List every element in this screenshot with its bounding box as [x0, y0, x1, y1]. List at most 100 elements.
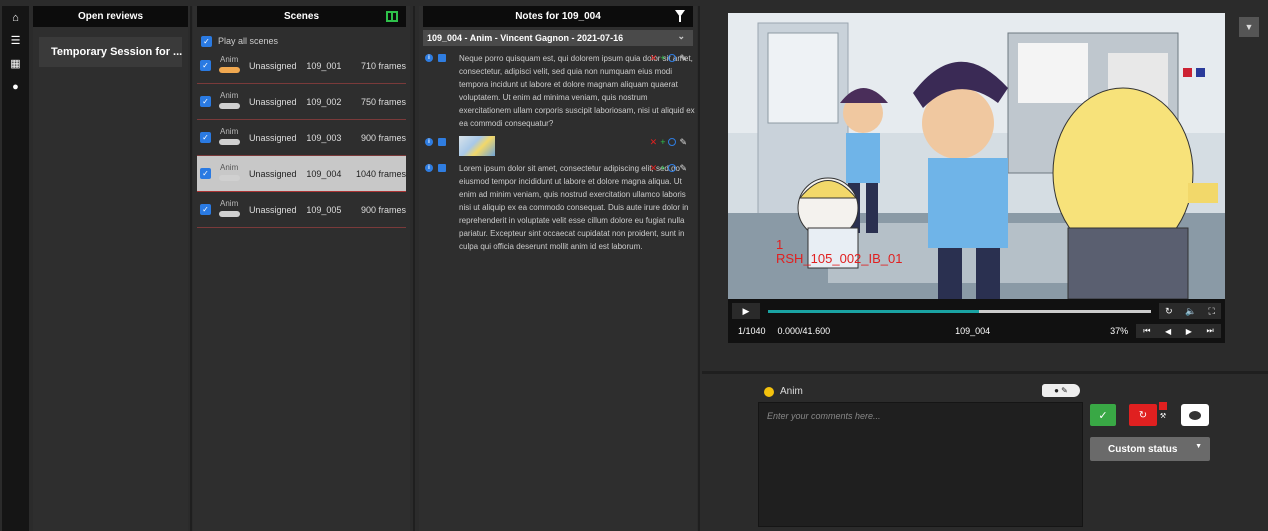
scenes-panel: Scenes ✓ Play all scenes ✓ Anim Unassigned… [193, 6, 410, 531]
frame-count: 1040 frames [355, 168, 406, 179]
zoom-level[interactable]: 37% [1110, 326, 1128, 336]
comment-task-label: Anim [780, 386, 803, 397]
info-icon[interactable]: i [425, 138, 433, 146]
retake-button[interactable]: ↻ [1129, 404, 1157, 426]
notes-panel: Notes for 109_004 109_004 - Anim - Vince… [419, 6, 697, 531]
info-icon[interactable]: i [425, 164, 433, 172]
scene-checkbox[interactable]: ✓ [200, 60, 211, 71]
wrench-icon[interactable]: ⚒ [1160, 412, 1166, 420]
scenes-title: Scenes [283, 11, 320, 22]
note-item: i Lorem ipsum dolor sit amet, consectetu… [425, 162, 697, 253]
filter-icon[interactable] [675, 10, 685, 22]
film-icon[interactable]: ▦ [2, 52, 29, 75]
scene-checkbox[interactable]: ✓ [200, 96, 211, 107]
progress-bar[interactable] [768, 309, 1151, 313]
scene-checkbox[interactable]: ✓ [200, 168, 211, 179]
edit-icon[interactable]: ✎ [679, 136, 687, 149]
task-name: Anim [220, 54, 239, 64]
scene-checkbox[interactable]: ✓ [200, 204, 211, 215]
info-icon[interactable]: i [425, 54, 433, 62]
frame-counter: 1/1040 [738, 326, 766, 336]
pencil-icon[interactable] [1159, 402, 1167, 410]
video-frame[interactable]: 1 RSH_105_002_IB_01 [728, 13, 1225, 299]
session-item[interactable]: Temporary Session for ... [39, 37, 182, 67]
play-all-option[interactable]: ✓ Play all scenes [201, 34, 410, 48]
comment-box [758, 402, 1083, 527]
assignee: Unassigned [248, 168, 297, 179]
task-badge: Anim [219, 161, 243, 187]
layout-toggle-icon[interactable] [386, 11, 398, 22]
status-pill [219, 66, 240, 73]
frame-count: 900 frames [360, 204, 406, 215]
overlay-number: 1 [776, 237, 784, 252]
note-thumbnail[interactable] [459, 136, 495, 156]
video-overlay-label: 1 RSH_105_002_IB_01 [776, 238, 903, 266]
playback-options: ↻ 🔈 ⛶ [1159, 303, 1221, 319]
task-badge: Anim [219, 89, 243, 115]
task-name: Anim [220, 198, 239, 208]
review-app: ⌂ ☰ ▦ ● Open reviews Temporary Session f… [0, 0, 1268, 531]
assignee: Unassigned [248, 60, 297, 71]
list-icon[interactable]: ☰ [2, 29, 29, 52]
divider [413, 6, 415, 531]
custom-status-dropdown[interactable]: Custom status ▼ [1090, 437, 1210, 461]
current-scene: 109_004 [955, 326, 991, 336]
status-pill [219, 138, 240, 145]
scene-row[interactable]: ✓ Anim Unassigned 109_005 900 frames [197, 192, 406, 228]
task-status-dot [764, 386, 774, 397]
scene-name: 109_003 [306, 132, 342, 143]
message-icon[interactable] [438, 164, 446, 172]
comment-panel: Anim ● ✎ ✓ ↻ ⚒ Custom status ▼ [702, 374, 1268, 531]
scene-row[interactable]: ✓ Anim Unassigned 109_002 750 frames [197, 84, 406, 120]
delete-icon[interactable]: ✕ [650, 136, 658, 149]
edit-icon[interactable]: ✎ [679, 52, 687, 65]
collapse-icon[interactable]: ▼ [1239, 17, 1259, 37]
task-badge: Anim [219, 125, 243, 151]
loop-icon[interactable]: ↻ [1165, 306, 1173, 317]
draw-tool-button[interactable]: ● ✎ [1042, 384, 1080, 397]
comment-input[interactable] [759, 403, 1082, 526]
add-icon[interactable]: + [660, 162, 665, 175]
first-frame-icon[interactable]: ⏮ [1143, 326, 1150, 336]
note-task-header[interactable]: 109_004 - Anim - Vincent Gagnon - 2021-0… [423, 30, 693, 46]
circle-icon[interactable] [668, 138, 677, 146]
scene-row[interactable]: ✓ Anim Unassigned 109_003 900 frames [197, 120, 406, 156]
add-icon[interactable]: + [660, 52, 665, 65]
caret-down-icon: ▼ [1195, 443, 1202, 450]
scene-name: 109_002 [306, 96, 342, 107]
scene-name: 109_005 [306, 204, 342, 215]
circle-icon[interactable] [668, 54, 677, 62]
prev-frame-icon[interactable]: ◀ [1165, 327, 1171, 336]
next-frame-icon[interactable]: ▶ [1186, 327, 1192, 336]
note-text: Lorem ipsum dolor sit amet, consectetur … [459, 164, 689, 251]
fullscreen-icon[interactable]: ⛶ [1209, 306, 1215, 317]
divider [698, 6, 700, 531]
edit-icon[interactable]: ✎ [679, 162, 687, 175]
comment-icon[interactable]: ● [2, 75, 29, 98]
circle-icon[interactable] [668, 164, 677, 172]
note-item: i ✕ + ✎ [425, 136, 697, 156]
message-icon[interactable] [438, 54, 446, 62]
home-icon[interactable]: ⌂ [2, 6, 29, 29]
task-name: Anim [220, 90, 239, 100]
task-badge: Anim [219, 197, 243, 223]
reviews-header: Open reviews [33, 6, 188, 27]
message-icon[interactable] [438, 138, 446, 146]
delete-icon[interactable]: ✕ [650, 162, 658, 175]
chevron-down-icon[interactable]: ⌄ [677, 31, 685, 42]
scene-row[interactable]: ✓ Anim Unassigned 109_004 1040 frames [197, 156, 406, 192]
approve-button[interactable]: ✓ [1090, 404, 1116, 426]
scenes-header: Scenes [197, 6, 406, 27]
notes-title: Notes for 109_004 [515, 11, 601, 22]
add-icon[interactable]: + [660, 136, 665, 149]
last-frame-icon[interactable]: ⏭ [1206, 326, 1213, 336]
comment-button[interactable] [1181, 404, 1209, 426]
scene-checkbox[interactable]: ✓ [200, 132, 211, 143]
volume-icon[interactable]: 🔈 [1185, 306, 1196, 317]
status-pill [219, 210, 240, 217]
note-item: i Neque porro quisquam est, qui dolorem … [425, 52, 697, 130]
play-all-checkbox[interactable]: ✓ [201, 35, 212, 47]
delete-icon[interactable]: ✕ [650, 52, 658, 65]
scene-row[interactable]: ✓ Anim Unassigned 109_001 710 frames [197, 48, 406, 84]
play-icon[interactable]: ▶ [732, 303, 760, 319]
